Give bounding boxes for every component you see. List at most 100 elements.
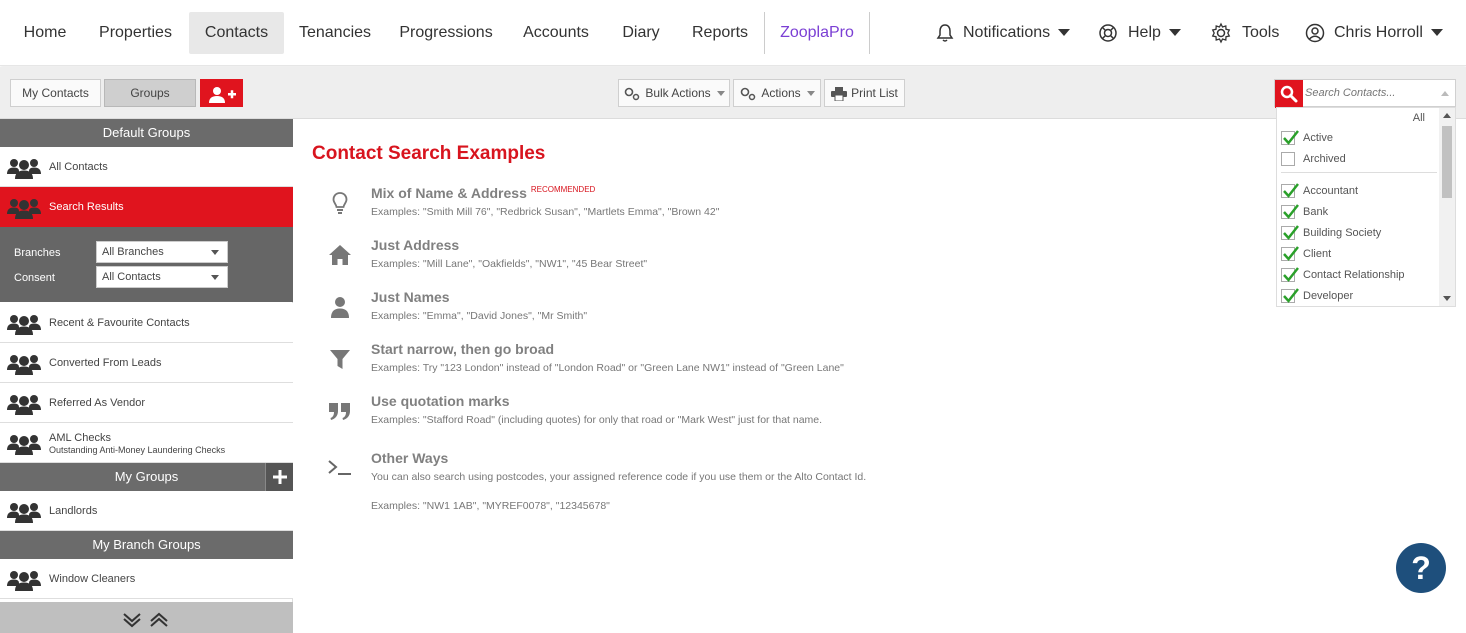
nav-tenancies[interactable]: Tenancies (290, 12, 380, 54)
gears-icon (625, 87, 640, 101)
example-description: You can also search using postcodes, you… (371, 471, 867, 483)
bulk-actions-label: Bulk Actions (645, 86, 711, 100)
my-groups-title: My Groups (114, 469, 179, 484)
print-list-button[interactable]: Print List (824, 79, 905, 107)
consent-select[interactable]: All Contacts (96, 266, 228, 288)
nav-diary[interactable]: Diary (608, 12, 674, 54)
add-user-icon (208, 87, 236, 104)
nav-zooplapro[interactable]: ZooplaPro (764, 12, 870, 54)
print-list-label: Print List (851, 86, 898, 100)
search-input[interactable] (1305, 83, 1435, 103)
sidebar-item-converted[interactable]: Converted From Leads (0, 343, 293, 383)
tools-label: Tools (1242, 24, 1280, 41)
chevron-up-icon[interactable] (1441, 91, 1449, 96)
group-icon (7, 355, 41, 375)
bell-icon (936, 24, 954, 42)
notifications-menu[interactable]: Notifications (935, 12, 1080, 54)
sidebar-item-label: AML Checks (49, 432, 111, 444)
search-icon[interactable] (1275, 80, 1303, 108)
add-contact-button[interactable] (200, 79, 243, 107)
my-groups-header: My Groups (0, 463, 293, 491)
sidebar-collapse-bar[interactable] (0, 602, 293, 633)
branches-select[interactable]: All Branches (96, 241, 228, 263)
consent-label: Consent (14, 272, 55, 284)
help-menu[interactable]: Help (1098, 12, 1188, 54)
chevron-down-icon (1058, 29, 1071, 37)
gear-icon (1211, 22, 1231, 44)
chevron-down-icon (806, 91, 815, 97)
expand-collapse-icon[interactable] (0, 602, 293, 633)
sidebar-item-all-contacts[interactable]: All Contacts (0, 147, 293, 187)
sidebar-item-label: Referred As Vendor (49, 397, 146, 409)
example-title: Just Names (371, 289, 450, 305)
example-title: Start narrow, then go broad (371, 341, 555, 357)
lifebuoy-icon (1099, 24, 1117, 42)
branches-label: Branches (14, 247, 61, 259)
example-description: Examples: "Stafford Road" (including quo… (371, 414, 823, 426)
example-description: Examples: "Smith Mill 76", "Redbrick Sus… (371, 206, 720, 218)
printer-icon (831, 86, 848, 102)
recommended-badge: RECOMMENDED (530, 185, 596, 194)
sidebar-item-label: Window Cleaners (49, 573, 136, 585)
nav-accounts[interactable]: Accounts (512, 12, 600, 54)
nav-home[interactable]: Home (10, 12, 80, 54)
chevron-down-icon (1430, 29, 1443, 37)
groups-button[interactable]: Groups (104, 79, 196, 107)
example-title: Mix of Name & Address (371, 185, 527, 201)
nav-progressions[interactable]: Progressions (388, 12, 504, 54)
sidebar-item-label: Converted From Leads (49, 357, 162, 369)
sidebar-item-referred[interactable]: Referred As Vendor (0, 383, 293, 423)
my-branch-groups-header: My Branch Groups (0, 531, 293, 559)
top-navigation: Home Properties Contacts Tenancies Progr… (0, 0, 1466, 66)
my-contacts-button[interactable]: My Contacts (10, 79, 101, 107)
group-icon (7, 159, 41, 179)
sidebar-item-label: Landlords (49, 505, 98, 517)
home-icon (329, 245, 351, 265)
contact-search-box (1274, 79, 1456, 108)
example-title: Use quotation marks (371, 393, 510, 409)
user-menu[interactable]: Chris Horroll (1305, 12, 1455, 54)
default-groups-header: Default Groups (0, 119, 293, 147)
example-title: Other Ways (371, 450, 449, 466)
nav-contacts[interactable]: Contacts (189, 12, 284, 54)
sidebar-item-recent[interactable]: Recent & Favourite Contacts (0, 303, 293, 343)
groups-sidebar: Default Groups All Contacts Search Resul… (0, 119, 293, 633)
sidebar-item-label: Recent & Favourite Contacts (49, 317, 190, 329)
group-icon (7, 199, 41, 219)
add-group-button[interactable] (265, 463, 293, 491)
sidebar-item-landlords[interactable]: Landlords (0, 491, 293, 531)
sidebar-item-aml-checks[interactable]: AML Checks Outstanding Anti-Money Launde… (0, 423, 293, 463)
actions-button[interactable]: Actions (733, 79, 821, 107)
group-icon (7, 503, 41, 523)
group-icon (7, 395, 41, 415)
plus-icon (273, 470, 287, 484)
example-description: Examples: "Emma", "David Jones", "Mr Smi… (371, 310, 588, 322)
nav-properties[interactable]: Properties (88, 12, 183, 54)
sidebar-item-window-cleaners[interactable]: Window Cleaners (0, 559, 293, 599)
person-icon (331, 297, 349, 318)
scroll-up-icon[interactable] (1443, 113, 1451, 118)
tools-menu[interactable]: Tools (1210, 12, 1290, 54)
lightbulb-icon (332, 192, 348, 214)
chevron-down-icon (1168, 29, 1181, 37)
contacts-toolbar: My Contacts Groups Bulk Actions Actions … (0, 67, 1466, 119)
sidebar-item-label: All Contacts (49, 161, 108, 173)
group-icon (7, 571, 41, 591)
page-title: Contact Search Examples (312, 143, 546, 164)
consent-value: All Contacts (102, 271, 161, 283)
chevron-down-icon (211, 275, 219, 280)
help-button[interactable]: ? (1396, 543, 1446, 593)
gears-icon (741, 87, 756, 101)
filter-icon (330, 350, 350, 369)
bulk-actions-button[interactable]: Bulk Actions (618, 79, 730, 107)
chevron-down-icon (211, 250, 219, 255)
nav-reports[interactable]: Reports (682, 12, 758, 54)
user-circle-icon (1305, 23, 1325, 43)
terminal-icon (328, 460, 351, 475)
notifications-label: Notifications (963, 24, 1051, 41)
group-icon (7, 435, 41, 455)
example-description: Examples: "Mill Lane", "Oakfields", "NW1… (371, 258, 648, 270)
group-icon (7, 315, 41, 335)
sidebar-item-search-results[interactable]: Search Results (0, 187, 293, 227)
quote-icon (329, 403, 350, 420)
